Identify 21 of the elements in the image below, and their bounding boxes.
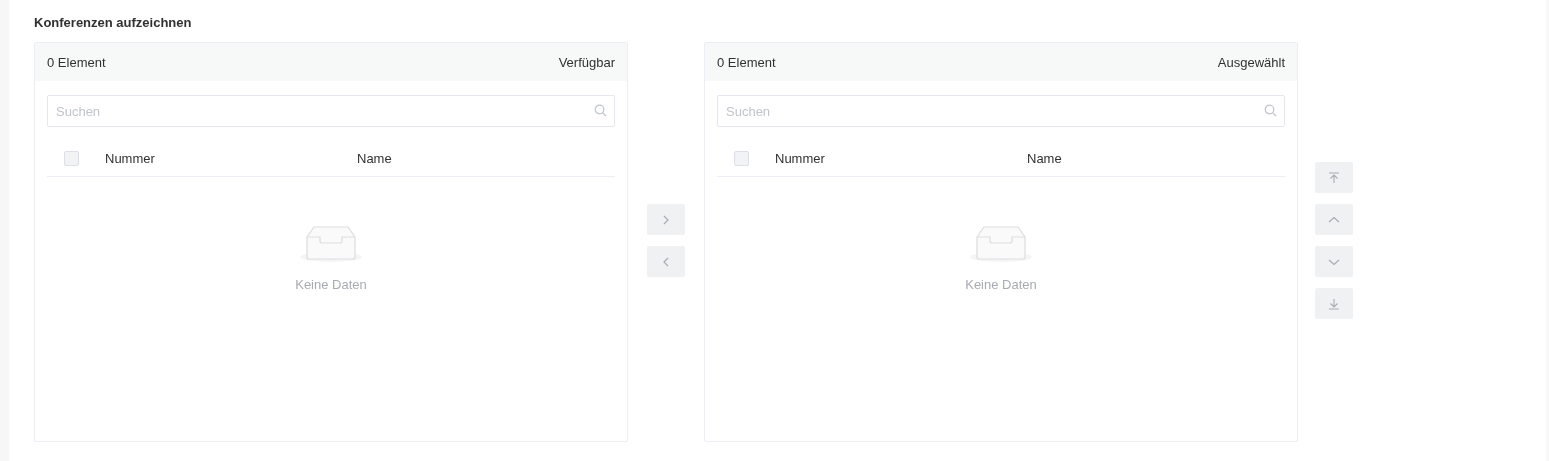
- column-header: Name: [1027, 150, 1062, 166]
- arrow-to-top-icon: [1328, 171, 1340, 184]
- search-field[interactable]: Suchen: [717, 95, 1285, 127]
- item-count: 0 Element: [717, 54, 776, 70]
- search-icon: [1264, 104, 1277, 117]
- empty-message: Keine Daten: [295, 277, 367, 292]
- column-header: Nummer: [105, 150, 156, 166]
- select-all-checkbox[interactable]: [64, 150, 79, 166]
- arrow-to-bottom-icon: [1328, 297, 1340, 310]
- item-count: 0 Element: [47, 54, 106, 70]
- empty-message: Keine Daten: [965, 277, 1037, 292]
- panel-title: Ausgewählt: [1217, 54, 1285, 70]
- panel-title: Verfügbar: [558, 54, 615, 70]
- section-title: Konferenzen aufzeichnen: [34, 15, 192, 31]
- select-all-checkbox[interactable]: [734, 150, 749, 166]
- search-icon: [594, 104, 607, 117]
- empty-inbox-icon: [969, 223, 1033, 263]
- empty-inbox-icon: [299, 223, 363, 263]
- search-field[interactable]: Suchen: [47, 95, 615, 127]
- column-header: Nummer: [775, 150, 826, 166]
- column-header: Name: [357, 150, 392, 166]
